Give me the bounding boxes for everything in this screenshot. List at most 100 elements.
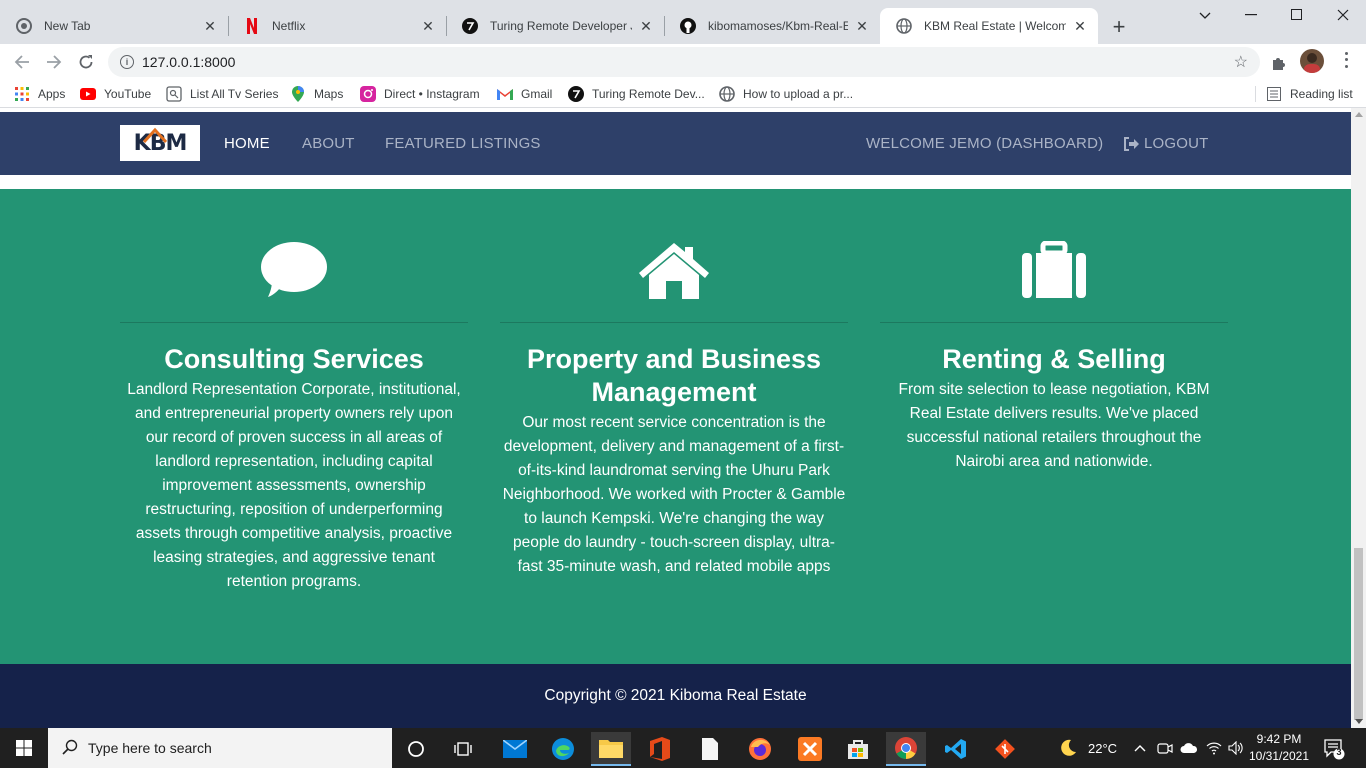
taskbar-search-box[interactable]: Type here to search bbox=[48, 728, 392, 768]
tab-label: New Tab bbox=[44, 19, 91, 33]
tab-new-tab[interactable]: New Tab ✕ bbox=[0, 8, 228, 44]
globe-icon bbox=[719, 86, 735, 102]
close-icon[interactable]: ✕ bbox=[638, 18, 654, 34]
browser-tab-strip: New Tab ✕ Netflix ✕ Turing Remote Develo… bbox=[0, 0, 1366, 44]
minimize-window-button[interactable] bbox=[1228, 0, 1274, 30]
service-renting-selling: Renting & Selling From site selection to… bbox=[880, 189, 1228, 474]
firefox-icon[interactable] bbox=[740, 732, 780, 766]
bookmark-youtube[interactable]: YouTube bbox=[80, 85, 151, 103]
tab-github[interactable]: kibomamoses/Kbm-Real-Esta ✕ bbox=[664, 8, 880, 44]
show-hidden-icons[interactable] bbox=[1134, 728, 1146, 768]
service-divider bbox=[880, 322, 1228, 323]
site-info-icon[interactable]: i bbox=[120, 55, 134, 69]
bookmark-apps[interactable]: Apps bbox=[14, 85, 65, 103]
scroll-up-arrow[interactable] bbox=[1355, 112, 1363, 117]
url-text: 127.0.0.1:8000 bbox=[142, 54, 236, 70]
bookmark-tv-series[interactable]: List All Tv Series bbox=[166, 85, 278, 103]
windows-taskbar: Type here to search 22°C 9:42 PM 10/31/2… bbox=[0, 728, 1366, 768]
close-icon[interactable]: ✕ bbox=[420, 18, 436, 34]
search-icon bbox=[62, 739, 78, 755]
minimize-button[interactable] bbox=[1182, 0, 1228, 30]
reading-list-button[interactable]: Reading list bbox=[1266, 85, 1353, 103]
bookmark-star-icon[interactable]: ☆ bbox=[1234, 52, 1248, 72]
file-explorer-icon[interactable] bbox=[591, 732, 631, 766]
back-button[interactable] bbox=[8, 48, 36, 76]
service-divider bbox=[120, 322, 468, 323]
browser-menu-icon[interactable] bbox=[1336, 50, 1356, 70]
bookmark-maps[interactable]: Maps bbox=[290, 85, 343, 103]
git-icon[interactable] bbox=[985, 732, 1025, 766]
volume-icon[interactable] bbox=[1228, 728, 1244, 768]
comment-icon bbox=[120, 239, 468, 301]
scrollbar-thumb[interactable] bbox=[1354, 548, 1363, 720]
service-title: Renting & Selling bbox=[942, 344, 1166, 374]
document-icon[interactable] bbox=[690, 732, 730, 766]
taskbar-clock[interactable]: 9:42 PM 10/31/2021 bbox=[1246, 731, 1312, 765]
wifi-icon[interactable] bbox=[1206, 728, 1222, 768]
maps-icon bbox=[290, 86, 306, 102]
xampp-icon[interactable] bbox=[790, 732, 830, 766]
maximize-window-button[interactable] bbox=[1274, 0, 1320, 30]
mail-icon[interactable] bbox=[495, 732, 535, 766]
service-text: Our most recent service concentration is… bbox=[502, 414, 846, 575]
edge-icon[interactable] bbox=[543, 732, 583, 766]
forward-button[interactable] bbox=[40, 48, 68, 76]
page-scrollbar[interactable] bbox=[1351, 108, 1366, 728]
task-view-icon[interactable] bbox=[443, 732, 483, 766]
services-section: Consulting Services Landlord Representat… bbox=[0, 189, 1351, 664]
bookmark-turing[interactable]: Turing Remote Dev... bbox=[568, 85, 705, 103]
home-icon bbox=[500, 239, 848, 301]
search-placeholder: Type here to search bbox=[88, 740, 212, 756]
scroll-down-arrow[interactable] bbox=[1355, 719, 1363, 724]
tab-label: Netflix bbox=[272, 19, 306, 33]
meet-now-icon[interactable] bbox=[1157, 728, 1173, 768]
service-property-management: Property and Business Management Our mos… bbox=[500, 189, 848, 579]
apps-grid-icon bbox=[14, 86, 30, 102]
close-window-button[interactable] bbox=[1320, 0, 1366, 30]
office-icon[interactable] bbox=[640, 732, 680, 766]
turing-icon bbox=[568, 86, 584, 102]
nav-dashboard[interactable]: WELCOME JEMO (DASHBOARD) bbox=[866, 135, 1103, 152]
bookmark-label: Direct • Instagram bbox=[384, 87, 480, 101]
bookmark-how-to-upload[interactable]: How to upload a pr... bbox=[719, 85, 853, 103]
windows-start-button[interactable] bbox=[0, 728, 48, 768]
close-icon[interactable]: ✕ bbox=[1072, 18, 1088, 34]
service-text: From site selection to lease negotiation… bbox=[898, 381, 1210, 470]
bookmark-gmail[interactable]: Gmail bbox=[497, 85, 552, 103]
store-icon[interactable] bbox=[838, 732, 878, 766]
new-tab-button[interactable]: + bbox=[1106, 14, 1132, 40]
notification-center-icon[interactable]: 3 bbox=[1322, 736, 1346, 760]
onedrive-icon[interactable] bbox=[1180, 728, 1198, 768]
clock-date: 10/31/2021 bbox=[1248, 749, 1310, 763]
vscode-icon[interactable] bbox=[936, 732, 976, 766]
tab-netflix[interactable]: Netflix ✕ bbox=[228, 8, 446, 44]
nav-about[interactable]: ABOUT bbox=[302, 135, 355, 152]
reload-button[interactable] bbox=[72, 48, 100, 76]
tab-kbm-real-estate[interactable]: KBM Real Estate | Welcome ✕ bbox=[880, 8, 1098, 44]
bookmark-label: Maps bbox=[314, 87, 344, 101]
tab-turing[interactable]: Turing Remote Developer Jo ✕ bbox=[446, 8, 664, 44]
sign-out-icon bbox=[1124, 136, 1139, 151]
chrome-taskbar-icon[interactable] bbox=[886, 732, 926, 766]
divider-strip bbox=[0, 175, 1351, 189]
temperature: 22°C bbox=[1088, 740, 1118, 756]
reading-list-icon bbox=[1266, 86, 1282, 102]
tab-label: kibomamoses/Kbm-Real-Esta bbox=[708, 19, 848, 33]
close-icon[interactable]: ✕ bbox=[202, 18, 218, 34]
weather-widget[interactable]: 22°C bbox=[1058, 728, 1117, 768]
nav-home[interactable]: HOME bbox=[224, 135, 270, 152]
github-icon bbox=[680, 18, 696, 34]
bookmark-instagram[interactable]: Direct • Instagram bbox=[360, 85, 480, 103]
turing-icon bbox=[462, 18, 478, 34]
clock-time: 9:42 PM bbox=[1256, 732, 1302, 746]
nav-featured-listings[interactable]: FEATURED LISTINGS bbox=[385, 135, 541, 152]
bookmark-label: Turing Remote Dev... bbox=[592, 87, 705, 101]
bookmark-divider bbox=[1255, 86, 1256, 102]
site-logo[interactable]: KBM bbox=[120, 125, 200, 161]
address-bar[interactable]: i 127.0.0.1:8000 ☆ bbox=[108, 47, 1260, 77]
extensions-puzzle-icon[interactable] bbox=[1270, 54, 1288, 72]
nav-logout[interactable]: LOGOUT bbox=[1123, 135, 1209, 152]
profile-avatar[interactable] bbox=[1300, 49, 1324, 73]
close-icon[interactable]: ✕ bbox=[854, 18, 870, 34]
cortana-icon[interactable] bbox=[396, 732, 436, 766]
